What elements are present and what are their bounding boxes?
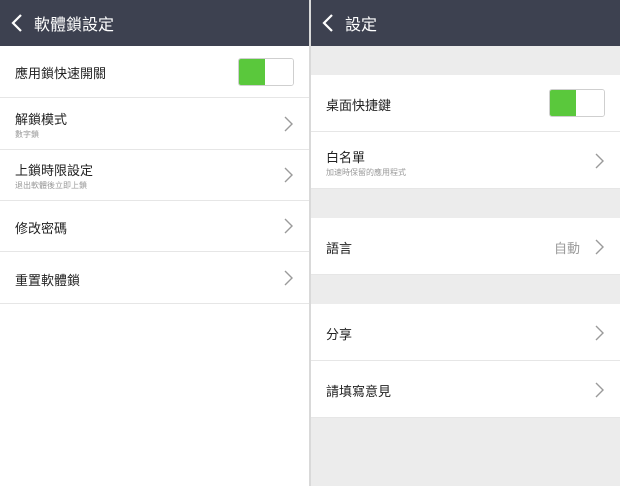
app-lock-settings-panel: 軟體鎖設定 應用鎖快速開關 解鎖模式 數字鎖 上鎖時限設定 退出軟體後立即上鎖 … bbox=[0, 0, 309, 486]
screen: 軟體鎖設定 應用鎖快速開關 解鎖模式 數字鎖 上鎖時限設定 退出軟體後立即上鎖 … bbox=[0, 0, 620, 486]
row-label: 分享 bbox=[326, 328, 353, 343]
page-title: 軟體鎖設定 bbox=[34, 15, 115, 34]
settings-row-language[interactable]: 語言 自動 bbox=[311, 218, 620, 275]
settings-row-feedback[interactable]: 請填寫意見 bbox=[311, 361, 620, 418]
settings-row-reset-lock[interactable]: 重置軟體鎖 bbox=[0, 252, 309, 304]
chevron-right-icon bbox=[284, 270, 293, 286]
toggle-knob bbox=[576, 90, 604, 116]
chevron-right-icon bbox=[595, 239, 604, 255]
row-label: 解鎖模式 bbox=[15, 113, 68, 128]
chevron-right-icon bbox=[284, 167, 293, 183]
back-button[interactable] bbox=[0, 0, 34, 46]
row-label: 重置軟體鎖 bbox=[15, 274, 81, 289]
row-label: 請填寫意見 bbox=[326, 385, 392, 400]
desktop-shortcut-switch[interactable] bbox=[549, 89, 605, 117]
toggle-on-fill bbox=[239, 59, 267, 85]
settings-row-share[interactable]: 分享 bbox=[311, 304, 620, 361]
settings-row-quick-toggle[interactable]: 應用鎖快速開關 bbox=[0, 46, 309, 98]
chevron-left-icon bbox=[11, 14, 22, 32]
row-label: 修改密碼 bbox=[15, 222, 68, 237]
chevron-right-icon bbox=[595, 382, 604, 398]
row-label: 桌面快捷鍵 bbox=[326, 99, 392, 114]
row-sublabel: 加速時保留的應用程式 bbox=[326, 168, 406, 177]
section-gap bbox=[311, 46, 620, 75]
chevron-right-icon bbox=[284, 116, 293, 132]
chevron-right-icon bbox=[284, 218, 293, 234]
top-bar: 設定 bbox=[311, 0, 620, 46]
chevron-right-icon bbox=[595, 325, 604, 341]
row-sublabel: 數字鎖 bbox=[15, 130, 39, 139]
settings-row-whitelist[interactable]: 白名單 加速時保留的應用程式 bbox=[311, 132, 620, 189]
row-sublabel: 退出軟體後立即上鎖 bbox=[15, 181, 87, 190]
toggle-on-fill bbox=[550, 90, 578, 116]
settings-row-lock-timeout[interactable]: 上鎖時限設定 退出軟體後立即上鎖 bbox=[0, 150, 309, 201]
chevron-left-icon bbox=[322, 14, 333, 32]
top-bar: 軟體鎖設定 bbox=[0, 0, 309, 46]
row-label: 上鎖時限設定 bbox=[15, 164, 94, 179]
section-gap bbox=[311, 189, 620, 218]
page-title: 設定 bbox=[345, 15, 378, 34]
row-label: 白名單 bbox=[326, 151, 366, 166]
settings-row-unlock-mode[interactable]: 解鎖模式 數字鎖 bbox=[0, 98, 309, 150]
language-value: 自動 bbox=[553, 242, 580, 257]
section-gap bbox=[311, 275, 620, 304]
row-label: 語言 bbox=[326, 242, 353, 257]
settings-panel: 設定 桌面快捷鍵 白名單 加速時保留的應用程式 語言 自動 分享 請填寫意見 bbox=[311, 0, 620, 486]
toggle-knob bbox=[265, 59, 293, 85]
quick-toggle-switch[interactable] bbox=[238, 58, 294, 86]
settings-row-desktop-shortcut[interactable]: 桌面快捷鍵 bbox=[311, 75, 620, 132]
row-label: 應用鎖快速開關 bbox=[15, 67, 107, 82]
back-button[interactable] bbox=[311, 0, 345, 46]
settings-row-change-password[interactable]: 修改密碼 bbox=[0, 201, 309, 252]
chevron-right-icon bbox=[595, 153, 604, 169]
